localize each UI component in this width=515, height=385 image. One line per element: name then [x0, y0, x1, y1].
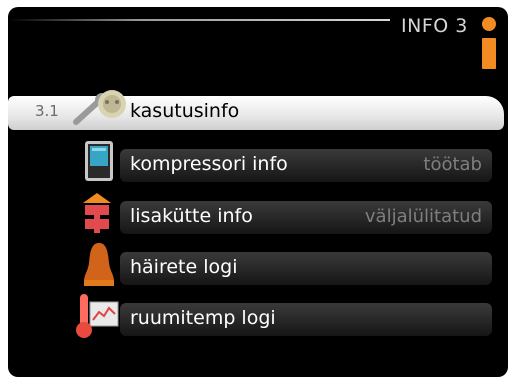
- menu-item-label: häirete logi: [130, 256, 238, 278]
- menu-item-label: ruumitemp logi: [130, 307, 276, 329]
- menu-item-status: väljalülitatud: [364, 206, 482, 227]
- menu-list: 3.1 kasutusinfo kompressori info töötab: [8, 7, 508, 377]
- menu-item-label: lisakütte info: [130, 205, 253, 227]
- alarm-bell-icon: [84, 243, 114, 286]
- menu-item-kompressori-info[interactable]: kompressori info töötab: [120, 149, 492, 182]
- wrench-gear-icon: [73, 90, 126, 125]
- menu-item-ruumitemp-logi[interactable]: ruumitemp logi: [120, 303, 492, 336]
- menu-item-kasutusinfo[interactable]: 3.1 kasutusinfo: [8, 90, 504, 130]
- menu-index: 3.1: [35, 102, 59, 120]
- menu-item-hairete-logi[interactable]: häirete logi: [120, 252, 492, 285]
- display-screen: INFO 3 3.1 kasutusinfo kompressori info …: [8, 7, 508, 377]
- heater-icon: [83, 193, 111, 233]
- thermometer-graph-icon: [76, 294, 119, 338]
- menu-item-label: kompressori info: [130, 153, 288, 175]
- menu-item-label: kasutusinfo: [130, 100, 240, 122]
- menu-item-lisakutte-info[interactable]: lisakütte info väljalülitatud: [120, 201, 492, 234]
- compressor-icon: [85, 141, 113, 181]
- menu-item-status: töötab: [423, 154, 482, 175]
